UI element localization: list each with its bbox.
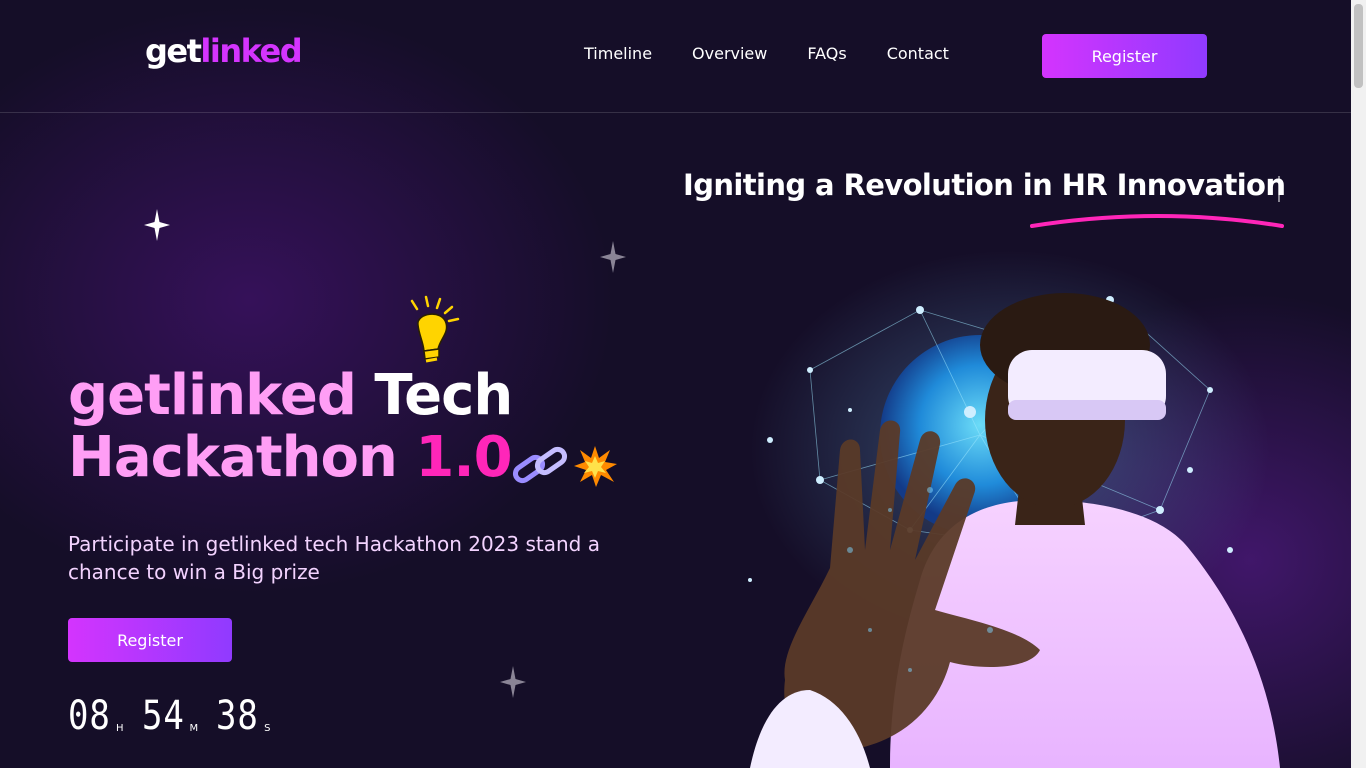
nav-link-contact[interactable]: Contact: [887, 44, 949, 63]
sparkle-star-icon: [144, 209, 170, 241]
countdown-minutes-value: 54: [141, 693, 185, 739]
main-nav: Timeline Overview FAQs Contact: [584, 44, 949, 63]
countdown-seconds: 38 S: [216, 696, 270, 736]
nav-link-timeline[interactable]: Timeline: [584, 44, 652, 63]
hero-register-button[interactable]: Register: [68, 618, 232, 662]
hero-title-hackathon: Hackathon: [68, 425, 416, 490]
countdown-seconds-value: 38: [216, 693, 259, 739]
header-register-button[interactable]: Register: [1042, 34, 1207, 78]
nav-link-faqs[interactable]: FAQs: [807, 44, 846, 63]
logo[interactable]: getlinked: [145, 32, 303, 70]
tagline-underline: [1030, 214, 1284, 228]
hero-vr-person-image: [748, 250, 1280, 768]
hero-title-line-1: getlinked Tech: [68, 363, 513, 428]
scrollbar-thumb[interactable]: [1354, 4, 1363, 88]
countdown-timer: 08 H 54 M 38 S: [68, 696, 271, 736]
countdown-minutes-unit: M: [189, 723, 199, 734]
lightbulb-icon: [410, 295, 460, 363]
countdown-seconds-unit: S: [264, 723, 271, 734]
sparkle-star-icon: [500, 666, 526, 698]
countdown-hours: 08 H: [68, 696, 124, 736]
hero-title: getlinked Tech Hackathon 1.0: [68, 363, 513, 490]
hero-title-line-2: Hackathon 1.0: [68, 425, 513, 490]
hero-title-brand: getlinked: [68, 363, 357, 428]
hero-title-version: 1.0: [415, 425, 512, 490]
page-scrollbar[interactable]: [1351, 0, 1366, 768]
chain-link-icon: [512, 446, 568, 484]
countdown-hours-value: 08: [68, 693, 111, 739]
typing-caret: [1278, 176, 1280, 202]
hero-title-tech: Tech: [355, 363, 513, 428]
hero-subtitle: Participate in getlinked tech Hackathon …: [68, 532, 600, 584]
countdown-minutes: 54 M: [142, 696, 199, 736]
hero-tagline: Igniting a Revolution in HR Innovation: [683, 168, 1286, 202]
site-header: getlinked Timeline Overview FAQs Contact…: [0, 0, 1351, 113]
nav-link-overview[interactable]: Overview: [692, 44, 767, 63]
sparkle-star-icon: [600, 241, 626, 273]
countdown-hours-unit: H: [116, 723, 124, 734]
logo-part-get: get: [145, 32, 202, 70]
logo-part-linked: linked: [200, 32, 302, 70]
explosion-icon: [574, 446, 617, 487]
